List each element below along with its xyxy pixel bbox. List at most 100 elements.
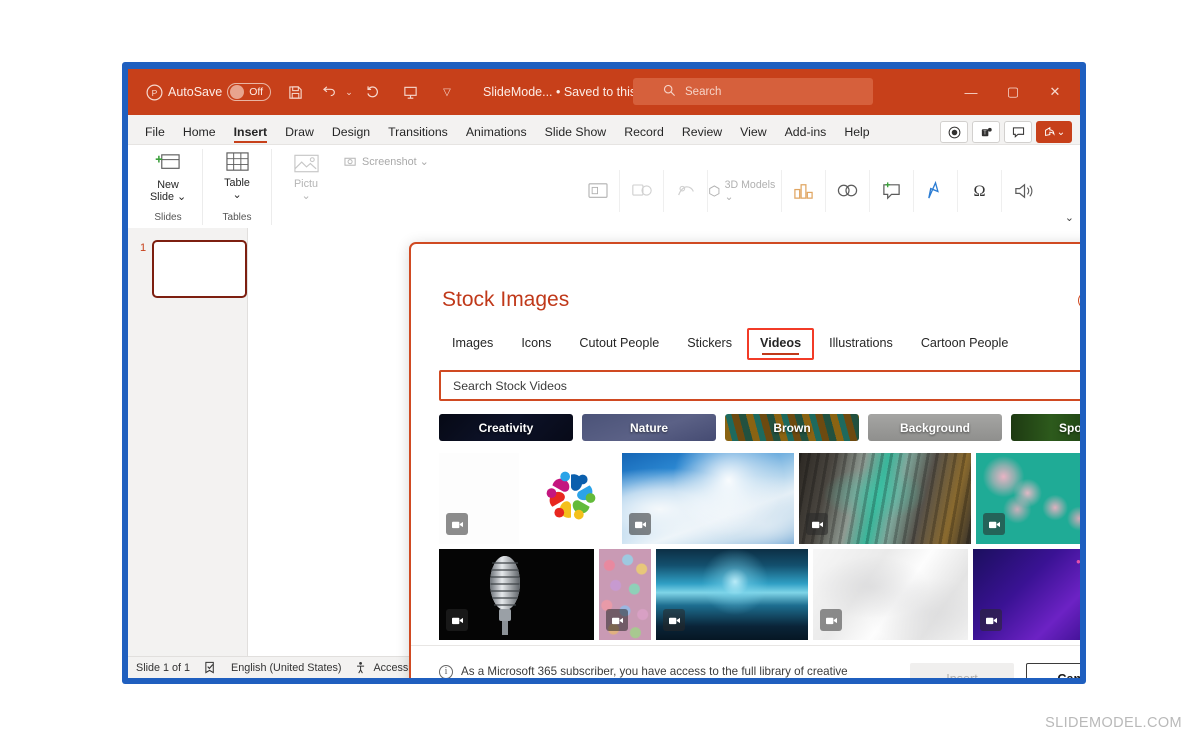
feedback-happy-icon[interactable] <box>1078 292 1080 309</box>
slide-number: 1 <box>140 242 147 254</box>
video-badge-icon <box>820 609 842 631</box>
screenshot-button[interactable]: Screenshot ⌄ <box>340 153 433 170</box>
cancel-button[interactable]: Cancel <box>1026 662 1080 678</box>
autosave-knob <box>230 85 245 99</box>
spell-check-icon[interactable] <box>204 661 217 674</box>
table-button[interactable]: Table ⌄ <box>209 149 265 201</box>
save-icon[interactable] <box>281 78 309 106</box>
dialog-buttons: Insert Cancel <box>910 662 1080 678</box>
chip-creativity[interactable]: Creativity <box>439 414 573 441</box>
video-badge-icon <box>629 513 651 535</box>
shapes-icon[interactable] <box>620 169 664 212</box>
3d-models-label: 3D Models ⌄ <box>724 178 776 203</box>
chip-brown[interactable]: Brown <box>725 414 859 441</box>
audio-icon[interactable] <box>1002 170 1046 212</box>
video-thumb-underwater[interactable] <box>656 549 808 640</box>
comments-button[interactable] <box>1004 121 1032 143</box>
video-badge-icon <box>980 609 1002 631</box>
ribbon-tab-home[interactable]: Home <box>174 122 225 144</box>
undo-icon[interactable] <box>315 78 343 106</box>
record-button[interactable] <box>940 121 968 143</box>
info-icon: i <box>439 664 453 678</box>
pictures-label: Pictu <box>293 178 318 190</box>
maximize-button[interactable]: ▢ <box>992 70 1034 114</box>
video-thumb-silk[interactable] <box>813 549 968 640</box>
ribbon-tab-help[interactable]: Help <box>835 122 878 144</box>
video-thumb-white[interactable] <box>439 453 519 544</box>
dialog-tab-cartoon-people[interactable]: Cartoon People <box>908 328 1022 360</box>
language-indicator[interactable]: English (United States) <box>231 662 341 674</box>
new-slide-button[interactable]: New Slide ⌄ <box>140 149 196 203</box>
ribbon-tab-animations[interactable]: Animations <box>457 122 536 144</box>
category-chips: Creativity Nature Brown Background Sport… <box>439 414 1080 441</box>
customize-quick-access-icon[interactable]: ▽ <box>433 78 461 106</box>
ribbon-icon-row: 3D Models ⌄ Ω <box>576 149 1080 228</box>
present-icon[interactable] <box>396 78 424 106</box>
3d-models-button[interactable]: 3D Models ⌄ <box>708 169 782 212</box>
search-icon <box>663 84 676 102</box>
insert-button[interactable]: Insert <box>910 662 1014 678</box>
video-thumb-clouds[interactable] <box>622 453 794 544</box>
close-button[interactable]: ✕ <box>1034 70 1076 114</box>
ribbon-tab-slide-show[interactable]: Slide Show <box>536 122 616 144</box>
video-thumb-blossom[interactable] <box>976 453 1080 544</box>
dialog-title: Stock Images <box>442 288 570 311</box>
chart-icon[interactable] <box>782 169 826 212</box>
dialog-tab-stickers[interactable]: Stickers <box>674 328 745 360</box>
comment-icon[interactable] <box>870 169 914 212</box>
ribbon-tab-add-ins[interactable]: Add-ins <box>776 122 836 144</box>
stock-video-search-input[interactable]: Search Stock Videos <box>439 370 1080 401</box>
ribbon-tab-view[interactable]: View <box>731 122 775 144</box>
dialog-tab-images[interactable]: Images <box>439 328 506 360</box>
share-button[interactable]: ⌄ <box>1036 121 1072 143</box>
video-thumb-balloons[interactable] <box>599 549 651 640</box>
chip-sports[interactable]: Sports <box>1011 414 1080 441</box>
dialog-tab-icons[interactable]: Icons <box>508 328 564 360</box>
ribbon-tab-record[interactable]: Record <box>615 122 673 144</box>
chip-nature[interactable]: Nature <box>582 414 716 441</box>
slides-group-label: Slides <box>154 212 182 223</box>
dialog-footer: i As a Microsoft 365 subscriber, you hav… <box>411 645 1080 678</box>
video-thumb-microphone[interactable] <box>439 549 594 640</box>
ribbon-tab-transitions[interactable]: Transitions <box>379 122 457 144</box>
teams-button[interactable]: T <box>972 121 1000 143</box>
video-badge-icon <box>806 513 828 535</box>
link-icon[interactable] <box>826 169 870 212</box>
ribbon-tab-file[interactable]: File <box>136 122 174 144</box>
stock-video-search-placeholder: Search Stock Videos <box>453 378 567 393</box>
symbol-icon[interactable]: Ω <box>958 169 1002 212</box>
ribbon-tab-draw[interactable]: Draw <box>276 122 323 144</box>
undo-caret-icon[interactable]: ⌄ <box>343 78 355 106</box>
video-thumb-purple[interactable] <box>973 549 1080 640</box>
icons-gallery-icon[interactable] <box>664 169 708 212</box>
ribbon-tab-design[interactable]: Design <box>323 122 379 144</box>
search-placeholder: Search <box>685 85 722 98</box>
video-thumb-people-logo[interactable] <box>524 453 617 544</box>
watermark: SLIDEMODEL.COM <box>1045 715 1182 731</box>
minimize-button[interactable]: — <box>950 70 992 114</box>
collapse-ribbon-icon[interactable]: ⌄ <box>1065 211 1074 224</box>
dialog-tab-illustrations[interactable]: Illustrations <box>816 328 906 360</box>
chip-background[interactable]: Background <box>868 414 1002 441</box>
pictures-button[interactable]: Pictu ⌄ <box>278 151 334 202</box>
autosave-toggle[interactable]: Off <box>227 83 272 101</box>
new-slide-label-1: New <box>157 179 179 191</box>
ribbon-tab-insert[interactable]: Insert <box>225 122 277 144</box>
dialog-tab-bar: Images Icons Cutout People Stickers Vide… <box>411 312 1080 360</box>
search-input[interactable]: Search <box>633 78 873 105</box>
powerpoint-icon: P <box>140 78 168 106</box>
stock-images-dialog: ✕ Stock Images Images Icons Cutout Peopl… <box>409 242 1080 678</box>
slide-thumbnail-1[interactable] <box>152 240 247 298</box>
video-thumb-aerial-rocks[interactable] <box>799 453 971 544</box>
autosave-label: AutoSave <box>168 85 223 99</box>
dialog-tab-videos[interactable]: Videos <box>747 328 815 360</box>
slide-thumbnail-pane: 1 <box>128 228 248 656</box>
wordart-icon[interactable] <box>914 169 958 212</box>
feedback-buttons <box>1078 292 1080 309</box>
ribbon-tab-review[interactable]: Review <box>673 122 731 144</box>
video-grid <box>411 453 1080 645</box>
photo-album-icon[interactable] <box>576 169 620 212</box>
redo-icon[interactable] <box>359 78 387 106</box>
dialog-tab-cutout-people[interactable]: Cutout People <box>566 328 672 360</box>
slide-count[interactable]: Slide 1 of 1 <box>136 662 190 674</box>
